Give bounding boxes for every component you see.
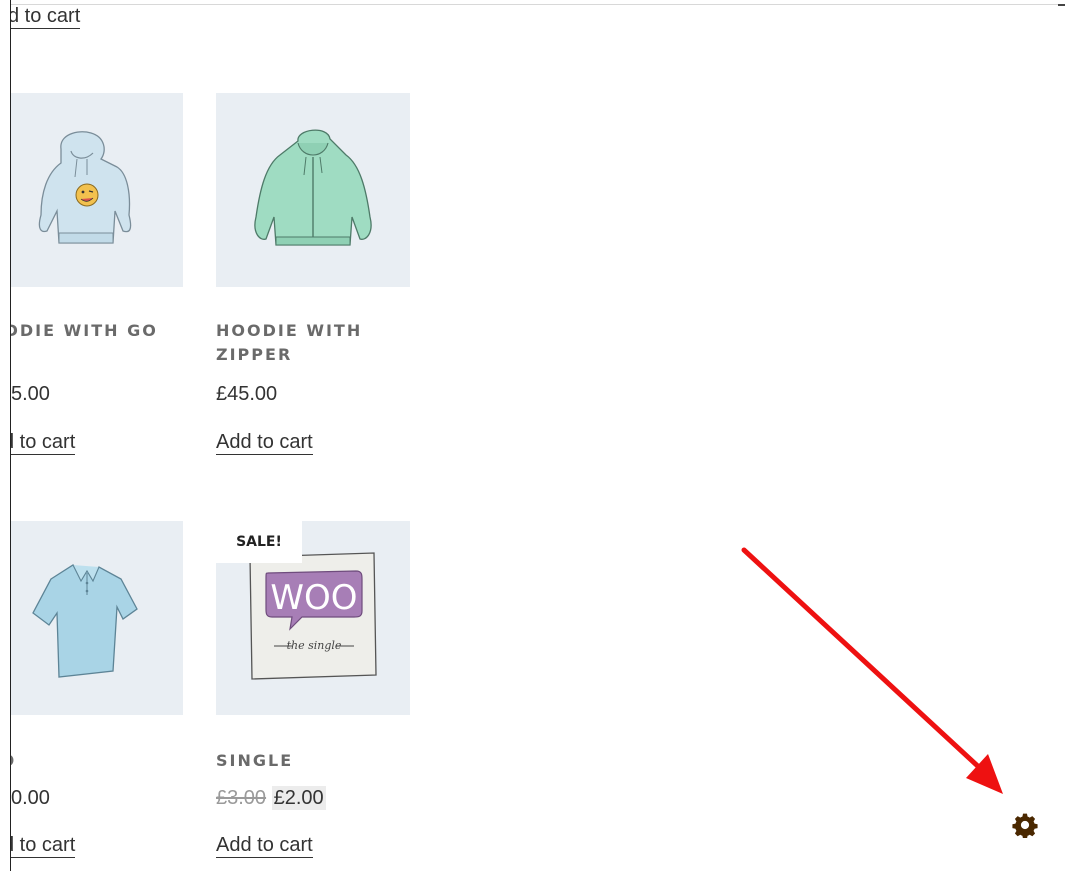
product-price: 5.00: [11, 383, 50, 405]
original-price: £3.00: [216, 787, 267, 809]
hoodie-with-zipper-image: [254, 129, 372, 246]
product-price: £3.00 £2.00: [216, 785, 326, 811]
product-image-polo[interactable]: [11, 521, 183, 715]
arrow-shaft: [741, 547, 985, 773]
add-to-cart-link[interactable]: Add to cart: [216, 430, 313, 455]
product-image-single[interactable]: WOO the single SALE!: [216, 521, 410, 715]
product-title[interactable]: LO: [11, 749, 183, 773]
product-image-hoodie-with-zipper[interactable]: [216, 93, 410, 287]
product-price: 0.00: [11, 787, 50, 809]
add-to-cart-link[interactable]: d to cart: [11, 4, 81, 29]
polo-shirt-image: [32, 564, 138, 678]
red-arrow-icon: [741, 547, 1003, 794]
product-title[interactable]: HOODIE WITH ZIPPER: [216, 319, 410, 367]
product-title[interactable]: SINGLE: [216, 749, 410, 773]
add-to-cart-link[interactable]: d to cart: [11, 430, 76, 455]
woo-logo-subtext: the single: [287, 639, 342, 652]
product-price: £45.00: [216, 383, 278, 405]
sale-badge: SALE!: [216, 521, 302, 563]
product-image-hoodie-with-logo[interactable]: [11, 93, 183, 287]
add-to-cart-link[interactable]: d to cart: [11, 833, 76, 858]
sale-price: £2.00: [271, 786, 326, 810]
add-to-cart-link[interactable]: Add to cart: [216, 833, 313, 858]
gear-icon[interactable]: [1012, 812, 1038, 838]
woo-logo-text: WOO: [270, 578, 357, 618]
product-title[interactable]: ODDIE WITH GO: [11, 319, 183, 343]
hoodie-with-logo-image: [38, 131, 132, 244]
